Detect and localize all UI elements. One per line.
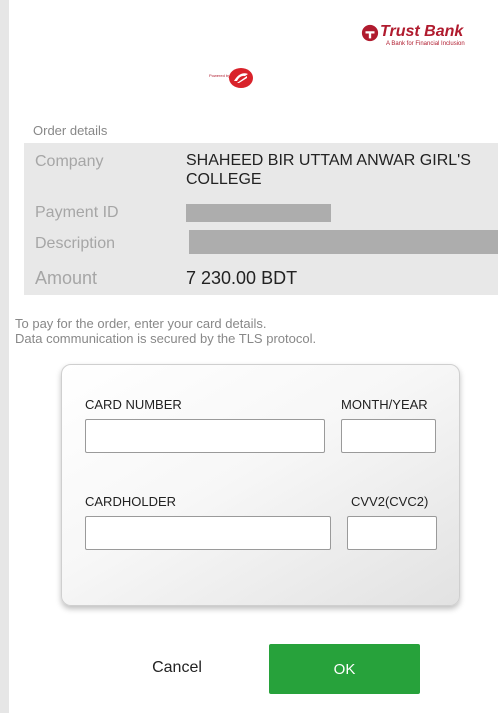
description-redacted xyxy=(189,230,498,254)
month-year-input[interactable] xyxy=(341,419,436,453)
powered-by-text: Powered by xyxy=(209,73,231,78)
company-value: SHAHEED BIR UTTAM ANWAR GIRL'S COLLEGE xyxy=(186,152,471,188)
cardholder-input[interactable] xyxy=(85,516,331,550)
payment-page: Trust Bank A Bank for Financial Inclusio… xyxy=(9,0,498,713)
description-label: Description xyxy=(35,235,116,252)
info-line-1: To pay for the order, enter your card de… xyxy=(15,316,267,331)
processor-logo-icon xyxy=(229,68,253,88)
cancel-button[interactable]: Cancel xyxy=(122,644,232,692)
card-number-label: CARD NUMBER xyxy=(85,397,182,412)
ok-button[interactable]: OK xyxy=(269,644,420,694)
payment-id-redacted xyxy=(186,204,331,222)
cardholder-label: CARDHOLDER xyxy=(85,494,177,509)
bank-name: Trust Bank xyxy=(380,23,464,40)
left-edge-bar xyxy=(0,0,9,713)
month-year-label: MONTH/YEAR xyxy=(341,397,428,412)
cvv-label: CVV2(CVC2) xyxy=(351,494,429,509)
order-details-title: Order details xyxy=(33,123,108,138)
order-details-box: Company SHAHEED BIR UTTAM ANWAR GIRL'S C… xyxy=(24,143,498,295)
info-line-2: Data communication is secured by the TLS… xyxy=(15,331,317,346)
security-info: To pay for the order, enter your card de… xyxy=(15,316,316,346)
card-number-input[interactable] xyxy=(85,419,325,453)
trust-bank-logo: Trust Bank A Bank for Financial Inclusio… xyxy=(361,23,486,52)
amount-label: Amount xyxy=(35,268,98,288)
trust-bank-emblem-icon xyxy=(361,24,379,42)
company-label: Company xyxy=(35,153,104,170)
cvv-input[interactable] xyxy=(347,516,437,550)
payment-id-label: Payment ID xyxy=(35,204,119,221)
bank-tagline: A Bank for Financial Inclusion xyxy=(386,41,465,47)
amount-value: 7 230.00 BDT xyxy=(186,268,298,288)
card-form: CARD NUMBER MONTH/YEAR CARDHOLDER CVV2(C… xyxy=(61,364,460,606)
